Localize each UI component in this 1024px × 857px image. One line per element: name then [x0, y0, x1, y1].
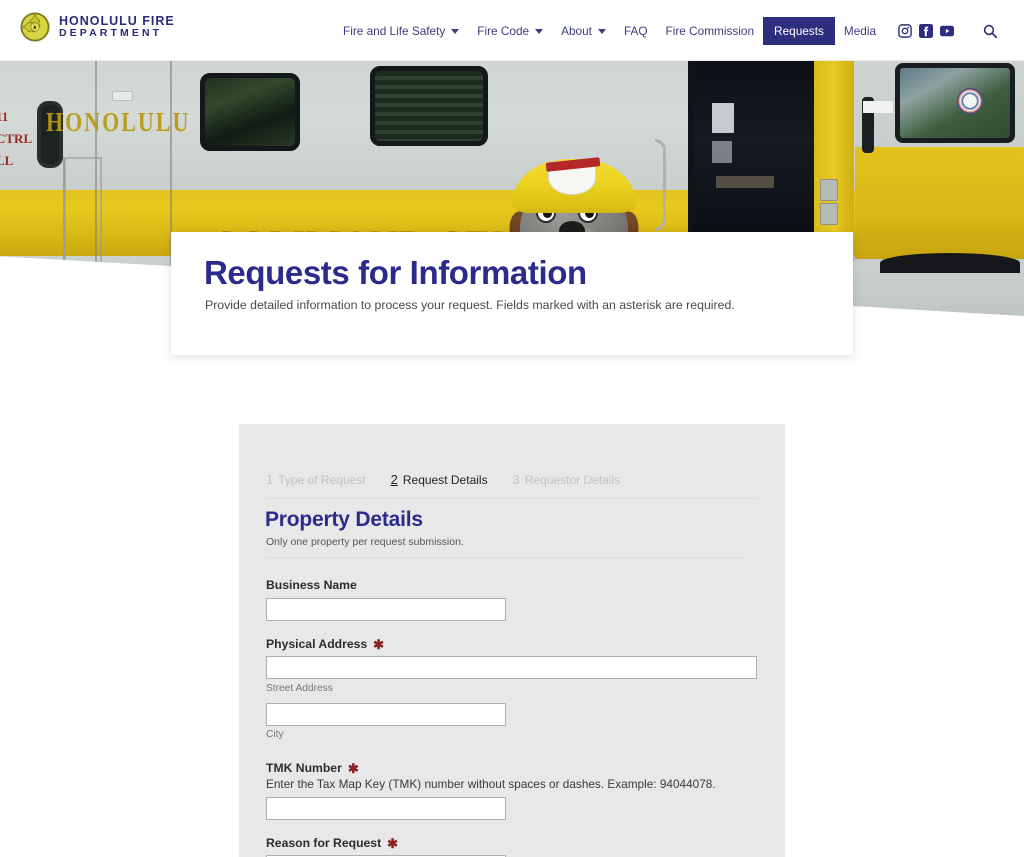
nav-item-fire-and-life-safety[interactable]: Fire and Life Safety: [334, 18, 468, 44]
label-reason-for-request: Reason for Request ✱: [266, 836, 398, 850]
nav-label: Fire Commission: [665, 23, 755, 38]
nav-label: Media: [843, 23, 877, 38]
chevron-down-icon: [597, 28, 606, 34]
step-label: Requestor Details: [524, 473, 621, 487]
youtube-icon[interactable]: [940, 24, 954, 38]
page-root: HONOLULU FIRE DEPARTMENT Fire and Life S…: [0, 0, 1024, 857]
section-subtitle: Only one property per request submission…: [266, 536, 464, 548]
page-title-card: Requests for Information Provide detaile…: [171, 232, 853, 355]
form-step-1-type-of-request[interactable]: 1 Type of Request: [266, 472, 366, 487]
label-text: Physical Address: [266, 637, 368, 651]
sublabel-city: City: [266, 729, 284, 740]
required-asterisk-icon: ✱: [373, 636, 385, 652]
nav-label: Fire and Life Safety: [343, 23, 446, 38]
step-label: Request Details: [402, 473, 488, 487]
truck-text-honolulu: HONOLULU: [46, 105, 191, 137]
section-title-property-details: Property Details: [265, 508, 423, 531]
nav-label: FAQ: [623, 23, 648, 38]
sublabel-street-address: Street Address: [266, 683, 333, 694]
form-step-indicator: 1 Type of Request 2 Request Details 3 Re…: [266, 472, 758, 499]
required-asterisk-icon: ✱: [347, 760, 359, 776]
nav-item-fire-commission[interactable]: Fire Commission: [657, 18, 764, 44]
nav-item-faq[interactable]: FAQ: [615, 18, 657, 44]
label-business-name: Business Name: [266, 578, 357, 592]
street-address-input[interactable]: [266, 656, 757, 679]
required-asterisk-icon: ✱: [387, 835, 399, 851]
page-title: Requests for Information: [204, 254, 587, 291]
truck-left-numbers: 11CTRLLL: [0, 109, 33, 168]
nav-item-about[interactable]: About: [552, 18, 615, 44]
nav-label: Requests: [774, 23, 824, 38]
label-text: Reason for Request: [266, 836, 382, 850]
label-tmk-number: TMK Number ✱: [266, 761, 359, 775]
nav-label: About: [561, 23, 592, 38]
business-name-input[interactable]: [266, 598, 506, 621]
search-icon[interactable]: [982, 23, 998, 39]
chevron-down-icon: [451, 28, 460, 34]
form-step-2-request-details[interactable]: 2 Request Details: [391, 472, 488, 487]
label-physical-address: Physical Address ✱: [266, 637, 384, 651]
nav-label: Fire Code: [477, 23, 530, 38]
section-divider: [266, 557, 747, 558]
site-logo[interactable]: HONOLULU FIRE DEPARTMENT: [20, 12, 175, 42]
step-label: Type of Request: [278, 473, 366, 487]
instagram-icon[interactable]: [898, 23, 912, 38]
help-text-tmk-number: Enter the Tax Map Key (TMK) number witho…: [266, 777, 716, 791]
main-navigation: Fire and Life Safety Fire Code About FAQ…: [334, 0, 885, 61]
step-number: 2: [390, 472, 398, 487]
page-subtitle: Provide detailed information to process …: [205, 298, 735, 312]
facebook-icon[interactable]: [919, 23, 933, 38]
step-number: 1: [266, 472, 274, 487]
header-utility-bar: [898, 0, 998, 61]
nav-item-fire-code[interactable]: Fire Code: [468, 18, 552, 44]
city-input[interactable]: [266, 703, 506, 726]
step-number: 3: [512, 472, 520, 487]
label-text: TMK Number: [266, 761, 342, 775]
form-step-3-requestor-details[interactable]: 3 Requestor Details: [513, 472, 621, 487]
nav-item-media[interactable]: Media: [835, 18, 885, 44]
tmk-number-input[interactable]: [266, 797, 506, 820]
brand-wordmark: HONOLULU FIRE DEPARTMENT: [59, 14, 175, 40]
chevron-down-icon: [535, 28, 544, 34]
fire-department-maltese-cross-badge-icon: [20, 12, 50, 42]
nav-item-requests[interactable]: Requests: [763, 16, 835, 45]
brand-line-2: DEPARTMENT: [59, 27, 163, 40]
label-text: Business Name: [266, 578, 357, 592]
site-header: HONOLULU FIRE DEPARTMENT Fire and Life S…: [0, 0, 1024, 61]
